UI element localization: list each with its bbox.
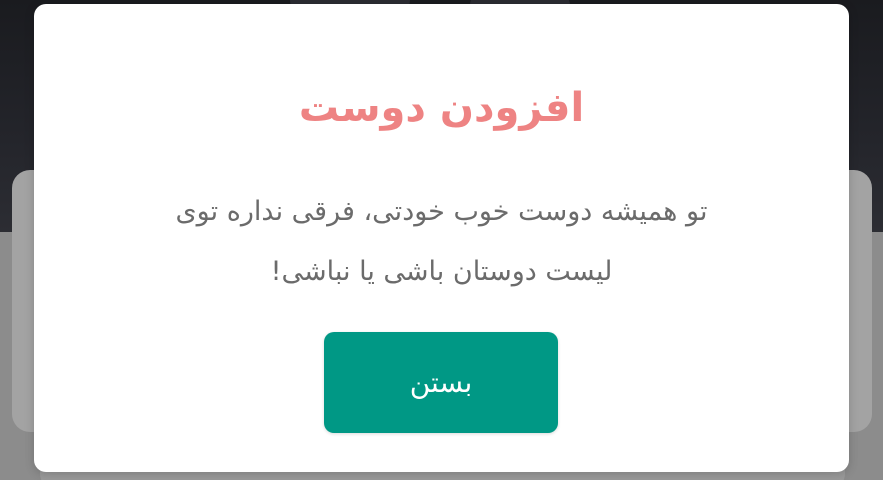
dialog-message: تو همیشه دوست خوب خودتی، فرقی نداره توی … bbox=[84, 182, 799, 302]
close-button-label: بستن bbox=[409, 366, 473, 399]
dialog-message-line-1: تو همیشه دوست خوب خودتی، فرقی نداره توی bbox=[175, 196, 708, 227]
add-friend-dialog: افزودن دوست تو همیشه دوست خوب خودتی، فرق… bbox=[34, 4, 849, 472]
screen: افزودن دوست تو همیشه دوست خوب خودتی، فرق… bbox=[0, 0, 883, 480]
dialog-title: افزودن دوست bbox=[298, 85, 585, 131]
close-button[interactable]: بستن bbox=[324, 332, 558, 433]
dialog-message-line-2: لیست دوستان باشی یا نباشی! bbox=[270, 256, 613, 287]
